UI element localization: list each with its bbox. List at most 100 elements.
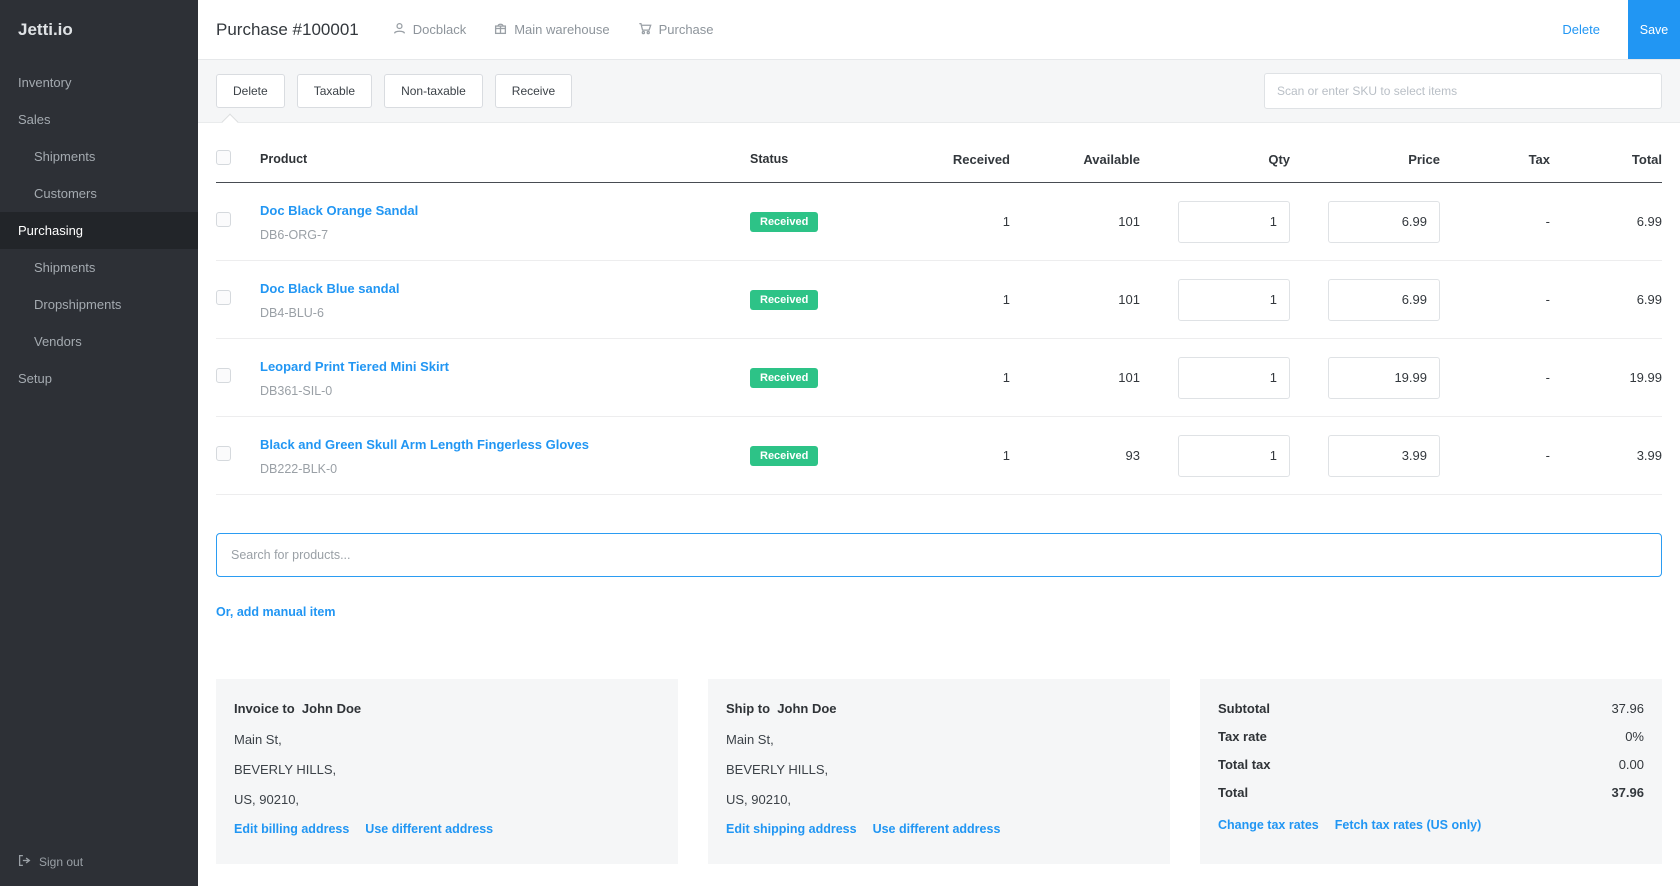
table-header: Product Status Received Available Qty Pr…	[216, 128, 1662, 183]
bulk-receive-button[interactable]: Receive	[494, 74, 573, 108]
sidebar-item-sales-shipments[interactable]: Shipments	[0, 138, 198, 175]
sidebar-item-setup[interactable]: Setup	[0, 360, 198, 397]
total-value: 3.99	[1636, 448, 1662, 463]
received-value: 1	[1002, 214, 1010, 229]
subtotal-row: Subtotal 37.96	[1218, 701, 1644, 716]
sidebar: Jetti.io Inventory Sales Shipments Custo…	[0, 0, 198, 886]
tax-rate-row: Tax rate 0%	[1218, 729, 1644, 744]
product-link[interactable]: Leopard Print Tiered Mini Skirt	[260, 359, 449, 374]
billing-address-line: US, 90210,	[234, 792, 300, 807]
main-area: Purchase #100001 Docblack Main warehouse…	[198, 0, 1680, 886]
table-row: Leopard Print Tiered Mini Skirt DB361-SI…	[216, 339, 1662, 417]
tax-value: -	[1545, 292, 1550, 307]
product-sku: DB361-SIL-0	[260, 383, 333, 398]
product-sku: DB222-BLK-0	[260, 461, 338, 476]
delete-purchase-link[interactable]: Delete	[1562, 22, 1600, 37]
edit-billing-address-link[interactable]: Edit billing address	[234, 822, 349, 836]
col-product: Product	[260, 152, 308, 166]
table-row: Doc Black Blue sandal DB4-BLU-6 Received…	[216, 261, 1662, 339]
product-link[interactable]: Doc Black Blue sandal	[260, 281, 399, 296]
sku-scan-input[interactable]	[1264, 73, 1662, 109]
status-badge: Received	[750, 445, 819, 466]
billing-address-line: BEVERLY HILLS,	[234, 762, 337, 777]
price-input[interactable]	[1328, 434, 1440, 477]
bottom-panels: Invoice to John Doe Main St, BEVERLY HIL…	[216, 679, 1662, 864]
cart-icon	[638, 22, 652, 38]
edit-shipping-address-link[interactable]: Edit shipping address	[726, 822, 857, 836]
row-checkbox[interactable]	[216, 211, 231, 227]
qty-input[interactable]	[1178, 356, 1290, 399]
vendor-meta: Docblack	[393, 22, 466, 38]
product-search-input[interactable]	[216, 533, 1662, 577]
tax-value: -	[1545, 370, 1550, 385]
top-header: Purchase #100001 Docblack Main warehouse…	[198, 0, 1680, 60]
billing-heading: Invoice to John Doe	[234, 701, 362, 716]
col-qty: Qty	[1268, 151, 1290, 167]
qty-input[interactable]	[1178, 200, 1290, 243]
purchase-meta-label: Purchase	[658, 22, 714, 37]
status-badge: Received	[750, 289, 819, 310]
col-total: Total	[1631, 151, 1662, 167]
shipping-address-line: Main St,	[726, 732, 774, 747]
total-row: Total 37.96	[1218, 785, 1644, 800]
total-value: 6.99	[1636, 214, 1662, 229]
shipping-address-line: BEVERLY HILLS,	[726, 762, 829, 777]
use-different-billing-address-link[interactable]: Use different address	[365, 822, 493, 836]
totals-panel: Subtotal 37.96 Tax rate 0% Total tax 0.0…	[1200, 679, 1662, 864]
sidebar-item-sales[interactable]: Sales	[0, 101, 198, 138]
change-tax-rates-link[interactable]: Change tax rates	[1218, 818, 1319, 832]
billing-panel: Invoice to John Doe Main St, BEVERLY HIL…	[216, 679, 678, 864]
status-badge: Received	[750, 367, 819, 388]
available-value: 101	[1118, 292, 1140, 307]
available-value: 93	[1125, 448, 1140, 463]
fetch-tax-rates-link[interactable]: Fetch tax rates (US only)	[1335, 818, 1482, 832]
sign-out-button[interactable]: Sign out	[0, 838, 198, 886]
available-value: 101	[1118, 214, 1140, 229]
status-badge: Received	[750, 211, 819, 232]
available-value: 101	[1118, 370, 1140, 385]
col-available: Available	[1083, 151, 1140, 167]
sidebar-item-customers[interactable]: Customers	[0, 175, 198, 212]
bulk-non-taxable-button[interactable]: Non-taxable	[384, 74, 483, 108]
table-row: Doc Black Orange Sandal DB6-ORG-7 Receiv…	[216, 183, 1662, 261]
row-checkbox[interactable]	[216, 289, 231, 305]
col-received: Received	[952, 151, 1010, 167]
qty-input[interactable]	[1178, 278, 1290, 321]
bulk-taxable-button[interactable]: Taxable	[296, 74, 373, 108]
product-link[interactable]: Black and Green Skull Arm Length Fingerl…	[260, 437, 589, 452]
sidebar-item-purchasing-shipments[interactable]: Shipments	[0, 249, 198, 286]
shipping-panel: Ship to John Doe Main St, BEVERLY HILLS,…	[708, 679, 1170, 864]
sign-out-label: Sign out	[39, 855, 84, 869]
received-value: 1	[1002, 292, 1010, 307]
sidebar-item-purchasing[interactable]: Purchasing	[0, 212, 198, 249]
use-different-shipping-address-link[interactable]: Use different address	[873, 822, 1001, 836]
brand-logo[interactable]: Jetti.io	[0, 0, 198, 64]
row-checkbox[interactable]	[216, 445, 231, 461]
add-manual-item-link[interactable]: Or, add manual item	[216, 605, 335, 619]
shipping-heading: Ship to John Doe	[726, 701, 837, 716]
product-sku: DB4-BLU-6	[260, 305, 324, 320]
row-checkbox[interactable]	[216, 367, 231, 383]
price-input[interactable]	[1328, 356, 1440, 399]
total-value: 19.99	[1629, 370, 1662, 385]
bulk-delete-button[interactable]: Delete	[216, 74, 285, 108]
select-all-checkbox[interactable]	[216, 150, 231, 165]
tax-value: -	[1545, 448, 1550, 463]
price-input[interactable]	[1328, 200, 1440, 243]
received-value: 1	[1002, 370, 1010, 385]
product-sku: DB6-ORG-7	[260, 227, 329, 242]
received-value: 1	[1002, 448, 1010, 463]
col-status: Status	[750, 152, 789, 166]
warehouse-meta: Main warehouse	[494, 22, 610, 38]
product-link[interactable]: Doc Black Orange Sandal	[260, 203, 418, 218]
sidebar-item-dropshipments[interactable]: Dropshipments	[0, 286, 198, 323]
price-input[interactable]	[1328, 278, 1440, 321]
qty-input[interactable]	[1178, 434, 1290, 477]
sidebar-item-inventory[interactable]: Inventory	[0, 64, 198, 101]
user-icon	[393, 22, 406, 38]
sidebar-item-vendors[interactable]: Vendors	[0, 323, 198, 360]
bulk-actions-toolbar: Delete Taxable Non-taxable Receive	[198, 60, 1680, 123]
tax-value: -	[1545, 214, 1550, 229]
save-button[interactable]: Save	[1628, 0, 1680, 59]
col-price: Price	[1408, 151, 1440, 167]
